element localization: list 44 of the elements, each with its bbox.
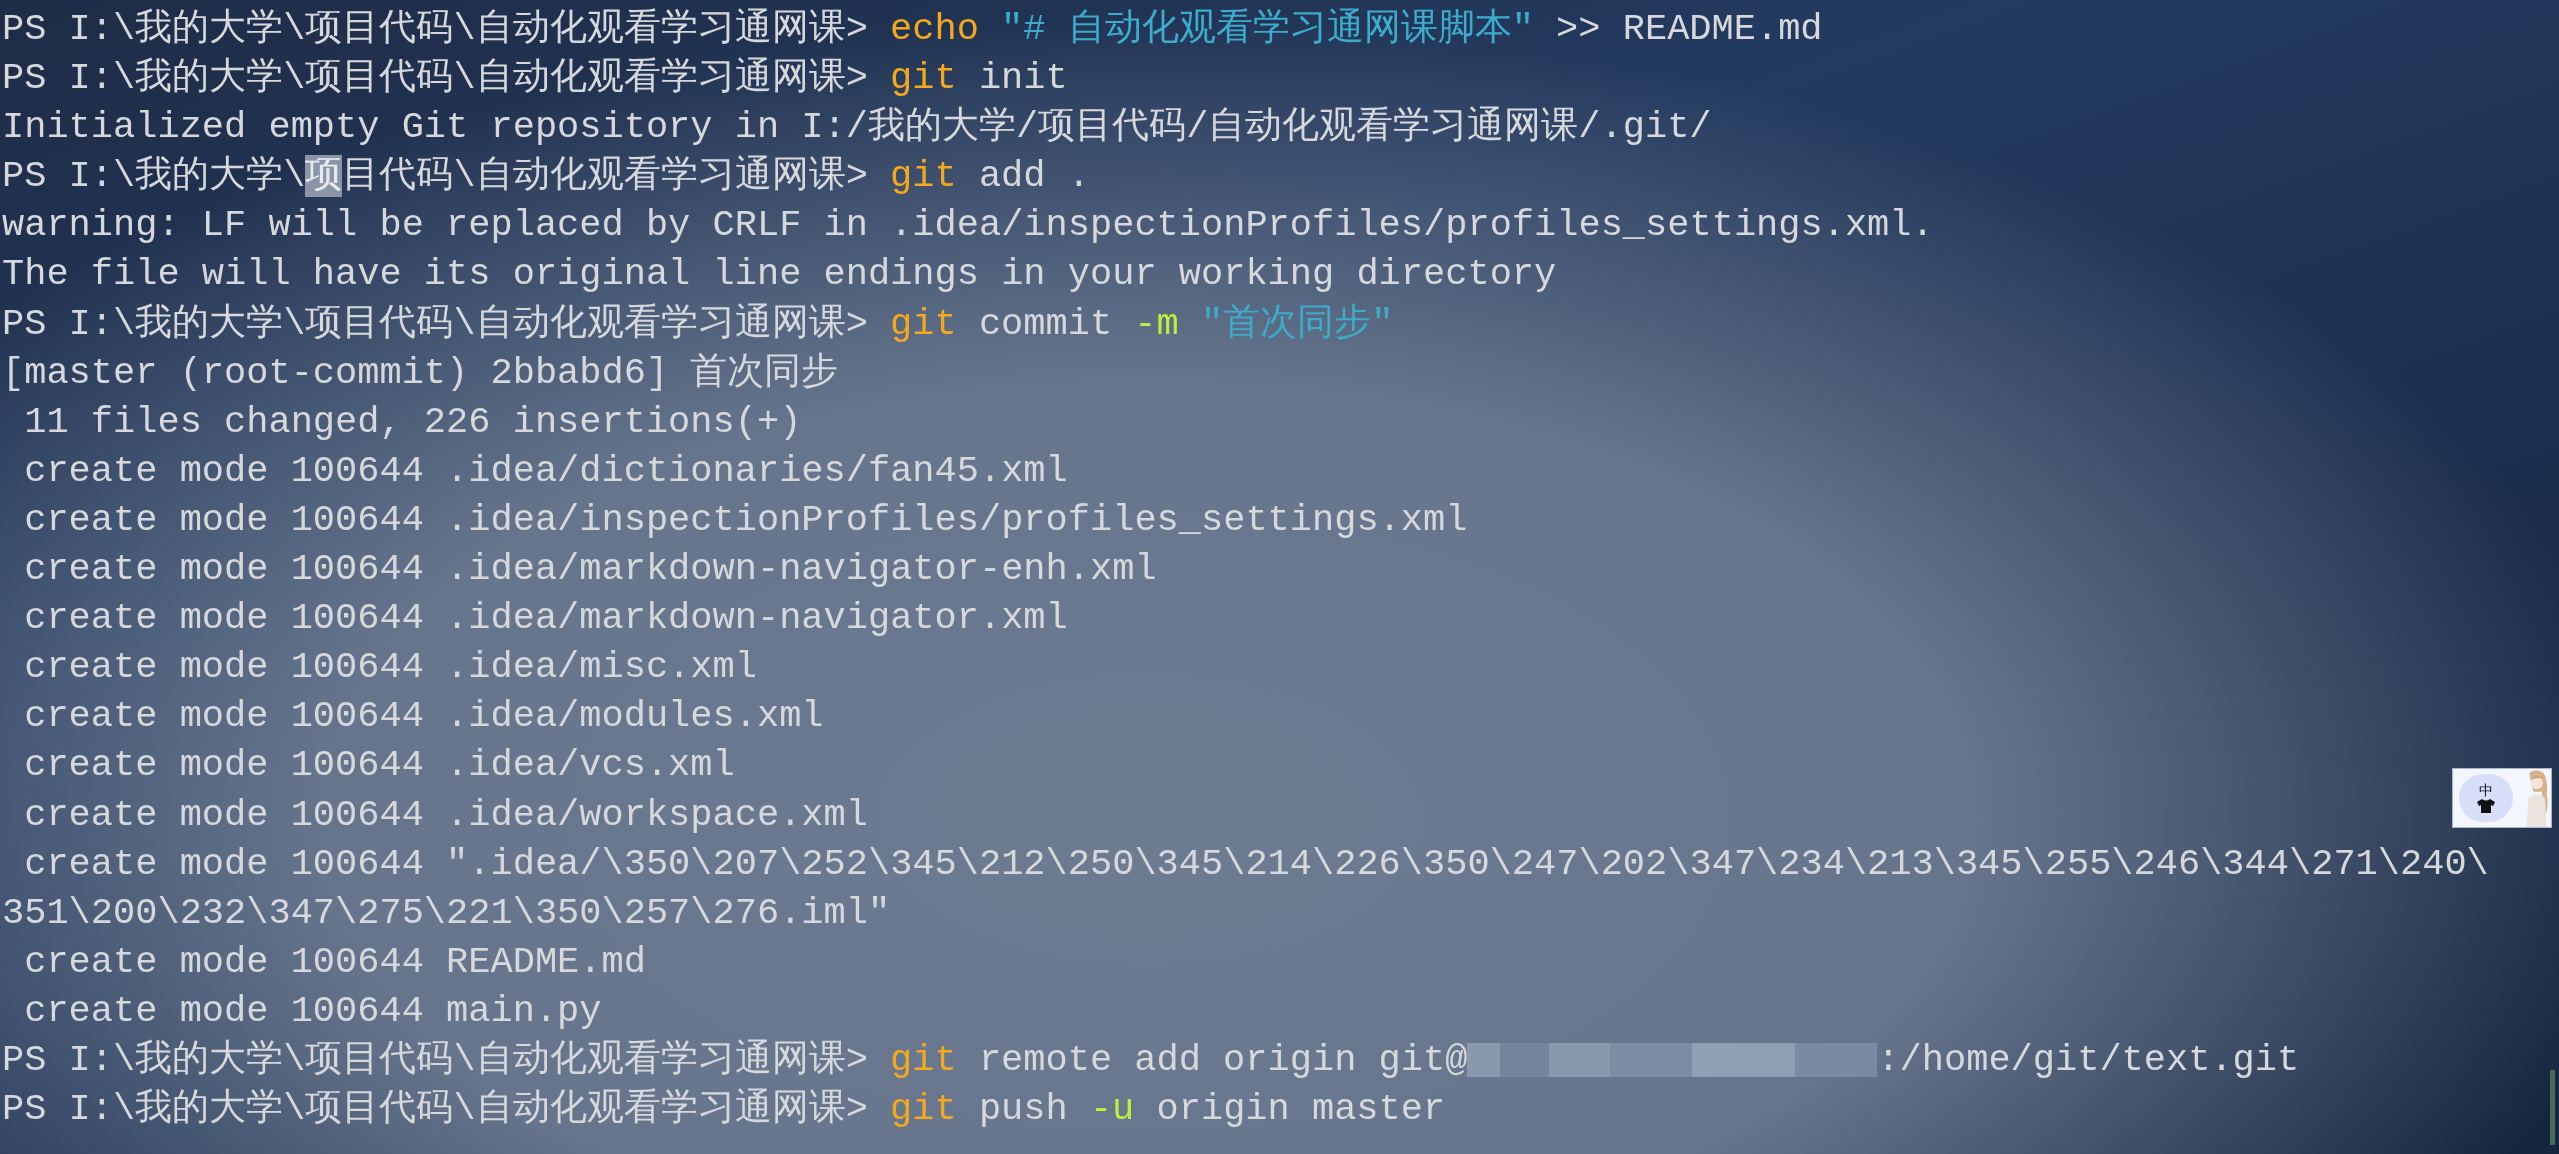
output-text: push xyxy=(977,1088,1069,1131)
output-text: origin master xyxy=(1155,1088,1446,1131)
prompt-text: PS I:\我的大学\项目代码\自动化观看学习通网课> xyxy=(2,302,869,345)
parameter-text: -u xyxy=(1089,1088,1135,1131)
output-text: create mode 100644 .idea/markdown-navigator.xml xyxy=(23,597,1068,640)
output-text: create mode 100644 .idea/workspace.xml xyxy=(23,793,868,836)
output-text: create mode 100644 .idea/modules.xml xyxy=(23,695,824,738)
command-text: git xyxy=(890,1088,957,1131)
ime-mode-button[interactable]: 中 xyxy=(2459,774,2513,822)
scrollbar[interactable] xyxy=(2550,1070,2555,1145)
prompt-text: 目代码\自动化观看学习通网课> xyxy=(342,155,869,198)
command-text: git xyxy=(890,57,957,100)
command-text: git xyxy=(890,1038,957,1081)
command-text: git xyxy=(890,302,957,345)
string-text: "首次同步" xyxy=(1199,302,1394,345)
string-text: "# 自动化观看学习通网课脚本" xyxy=(1000,8,1534,50)
output-text: The file will have its original line endings in your working directory xyxy=(2,253,1557,296)
command-text: echo xyxy=(890,8,979,50)
output-text: [master (root-commit) 2bbabd6] 首次同步 xyxy=(2,351,839,394)
selected-text: 项 xyxy=(305,155,343,198)
parameter-text: -m xyxy=(1134,302,1179,345)
output-text: create mode 100644 .idea/vcs.xml xyxy=(23,744,735,787)
output-text: add . xyxy=(977,155,1090,198)
output-text: init xyxy=(977,57,1068,100)
output-text: create mode 100644 README.md xyxy=(23,940,646,983)
prompt-text: PS I:\我的大学\项目代码\自动化观看学习通网课> xyxy=(2,8,869,50)
shirt-icon xyxy=(2476,798,2496,814)
output-text: create mode 100644 .idea/inspectionProfiles/profiles_settings.xml xyxy=(23,498,1468,541)
output-text: 11 files changed, 226 insertions(+) xyxy=(23,400,802,443)
prompt-text: PS I:\我的大学\项目代码\自动化观看学习通网课> xyxy=(2,1038,869,1081)
output-text: commit xyxy=(977,302,1114,345)
output-text: create mode 100644 main.py xyxy=(23,989,602,1032)
output-text: >> README.md xyxy=(1555,8,1823,50)
output-text: Initialized empty Git repository in I:/我的大学/项目代码/自动化观看学习通网课/.git/ xyxy=(2,106,1712,149)
prompt-text: PS I:\我的大学\项目代码\自动化观看学习通网课> xyxy=(2,57,869,100)
output-text: create mode 100644 .idea/dictionaries/fan45.xml xyxy=(23,449,1068,492)
command-text: git xyxy=(890,155,957,198)
output-text: 351\200\232\347\275\221\350\257\276.iml" xyxy=(2,891,891,934)
output-text: :/home/git/text.git xyxy=(1877,1038,2300,1081)
output-text: warning: LF will be replaced by CRLF in .idea/inspectionProfiles/profiles_settings.xml. xyxy=(2,204,1934,247)
output-text: create mode 100644 .idea/markdown-navigator-enh.xml xyxy=(23,548,1157,591)
prompt-text: PS I:\我的大学\项目代码\自动化观看学习通网课> xyxy=(2,1088,869,1131)
output-text: remote add origin git@ xyxy=(977,1038,1468,1081)
output-text: create mode 100644 .idea/misc.xml xyxy=(23,646,757,689)
